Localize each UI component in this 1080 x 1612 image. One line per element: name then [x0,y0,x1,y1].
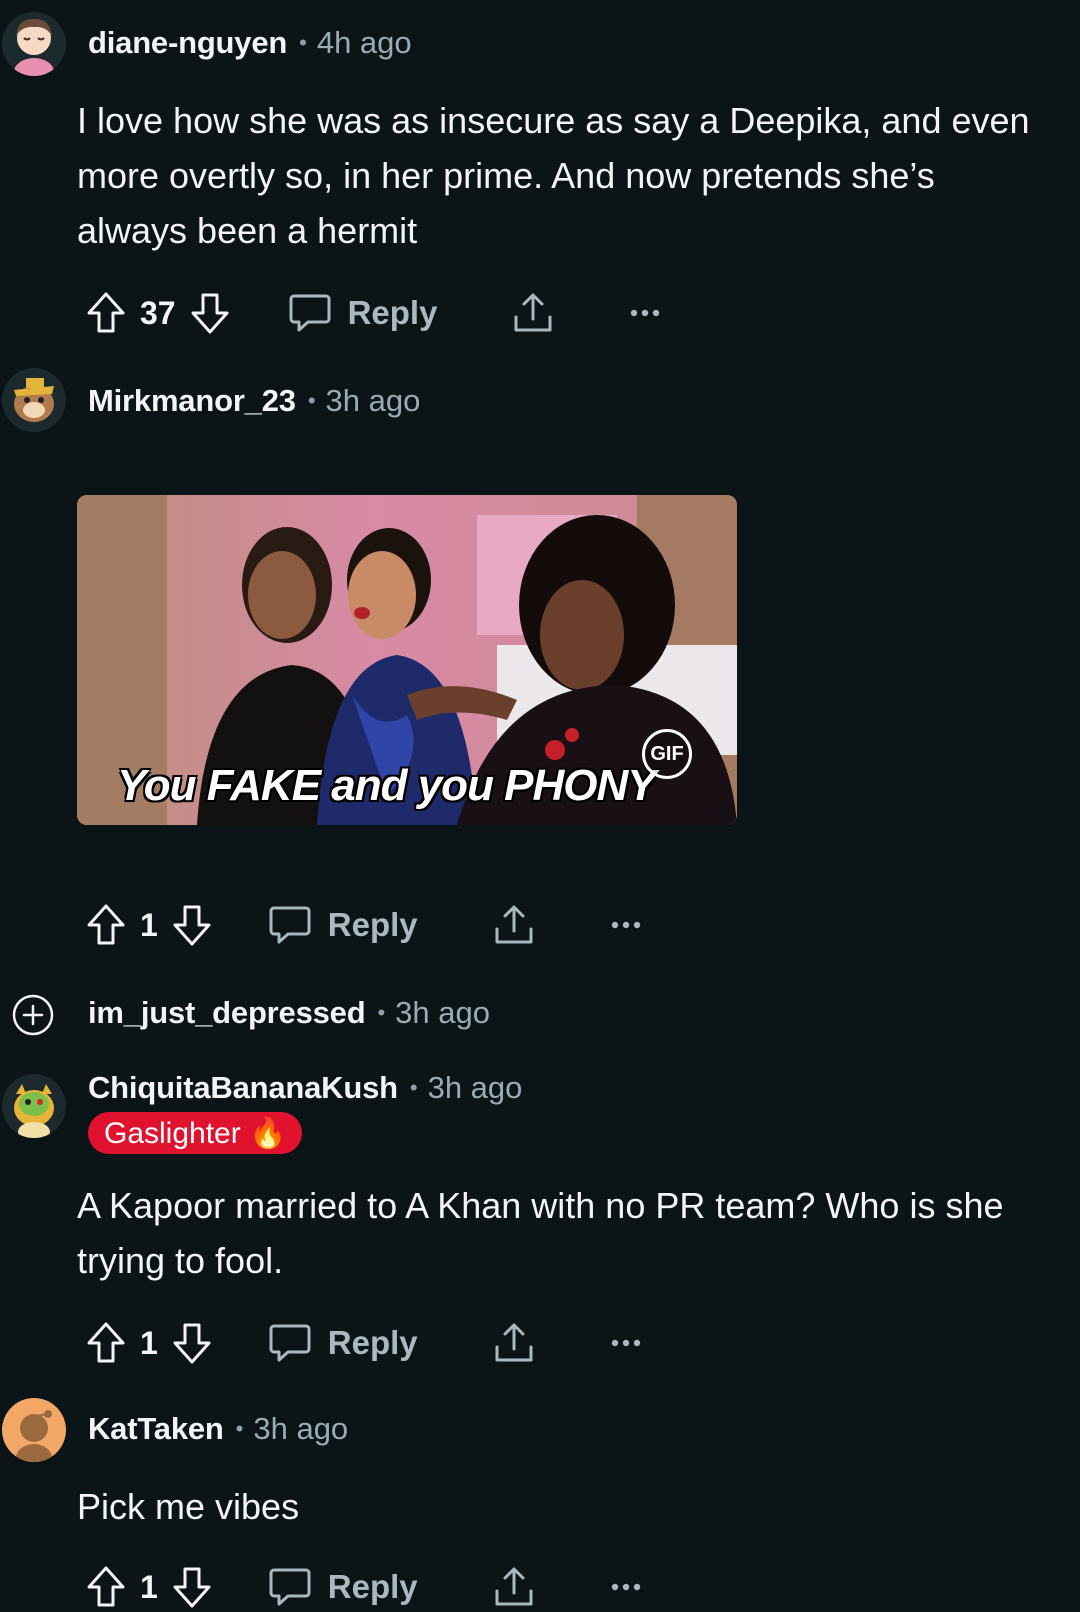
timestamp: 3h ago [325,383,421,418]
downvote-icon[interactable] [172,1565,212,1609]
reply-label: Reply [327,906,418,943]
comment-meta: diane-nguyen • 4h ago [88,22,412,64]
comment-bubble-icon [268,903,312,947]
upvote-icon[interactable] [86,1321,126,1365]
comment-bubble-icon [268,1321,312,1365]
comment-meta: Mirkmanor_23 • 3h ago [88,380,420,422]
comment-actions: 1 Reply [86,900,642,950]
username[interactable]: ChiquitaBananaKush [88,1070,398,1106]
comment-actions: 1 Reply [86,1318,642,1368]
gif-caption: You FAKE and you PHONY [116,760,658,811]
username[interactable]: Mirkmanor_23 [88,383,296,419]
separator-dot: • [299,30,307,55]
vote-score: 1 [140,1568,158,1605]
reply-label: Reply [347,294,438,331]
timestamp: 3h ago [395,995,490,1030]
share-icon[interactable] [492,903,536,947]
separator-dot: • [409,1075,418,1100]
vote-score: 1 [140,906,158,943]
username[interactable]: KatTaken [88,1411,224,1447]
timestamp: 4h ago [316,25,412,60]
upvote-icon[interactable] [86,1565,126,1609]
reply-button[interactable]: Reply [268,1321,418,1365]
comment-bubble-icon [268,1565,312,1609]
comment-actions: 1 Reply [86,1562,642,1612]
reply-label: Reply [327,1568,418,1605]
timestamp: 3h ago [427,1070,523,1105]
avatar[interactable] [2,1398,66,1462]
gif-badge: GIF [642,729,692,779]
separator-dot: • [235,1416,244,1441]
expand-thread-icon[interactable] [12,994,54,1036]
comment-meta: ChiquitaBananaKush • 3h ago [88,1067,522,1109]
gif-image[interactable]: You FAKE and you PHONY GIF [77,495,737,825]
upvote-icon[interactable] [86,903,126,947]
comment-meta: im_just_depressed • 3h ago [88,992,490,1034]
downvote-icon[interactable] [172,903,212,947]
share-icon[interactable] [492,1321,536,1365]
comment-body: Pick me vibes [77,1486,300,1527]
share-icon[interactable] [492,1565,536,1609]
separator-dot: • [307,388,316,413]
upvote-icon[interactable] [86,291,126,335]
comment-body: I love how she was as insecure as say a … [77,100,1030,251]
more-options-icon[interactable] [610,1581,642,1593]
vote-score: 37 [140,294,176,331]
user-flair: Gaslighter 🔥 [88,1112,303,1154]
comment-actions: 37 Reply [86,288,661,338]
username[interactable]: im_just_depressed [88,995,366,1031]
separator-dot: • [377,1000,386,1025]
username[interactable]: diane-nguyen [88,25,287,61]
vote-score: 1 [140,1324,158,1361]
reply-button[interactable]: Reply [268,903,418,947]
share-icon[interactable] [511,291,555,335]
comment-meta: KatTaken • 3h ago [88,1408,348,1450]
more-options-icon[interactable] [610,919,642,931]
more-options-icon[interactable] [610,1337,642,1349]
reply-label: Reply [327,1324,418,1361]
comment-body: A Kapoor married to A Khan with no PR te… [77,1185,1004,1281]
comment-bubble-icon [288,291,332,335]
avatar[interactable] [2,1074,66,1138]
downvote-icon[interactable] [172,1321,212,1365]
timestamp: 3h ago [253,1411,349,1446]
reply-button[interactable]: Reply [288,291,438,335]
avatar[interactable] [2,368,66,432]
avatar[interactable] [2,12,66,76]
downvote-icon[interactable] [190,291,230,335]
reply-button[interactable]: Reply [268,1565,418,1609]
more-options-icon[interactable] [629,307,661,319]
